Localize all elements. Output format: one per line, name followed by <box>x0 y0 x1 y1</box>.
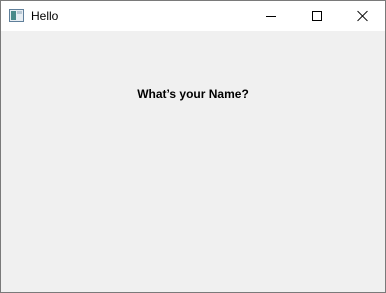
title-bar[interactable]: Hello <box>1 1 385 31</box>
minimize-button[interactable] <box>248 1 293 31</box>
close-icon <box>357 10 369 22</box>
window-title: Hello <box>31 9 59 23</box>
close-button[interactable] <box>340 1 385 31</box>
maximize-icon <box>311 11 322 21</box>
app-window: Hello What’s your Name? <box>0 0 386 293</box>
app-window-icon <box>9 9 24 22</box>
name-prompt-label: What’s your Name? <box>137 87 249 101</box>
minimize-icon <box>265 15 276 17</box>
maximize-button[interactable] <box>294 1 339 31</box>
window-content: What’s your Name? <box>1 31 385 292</box>
